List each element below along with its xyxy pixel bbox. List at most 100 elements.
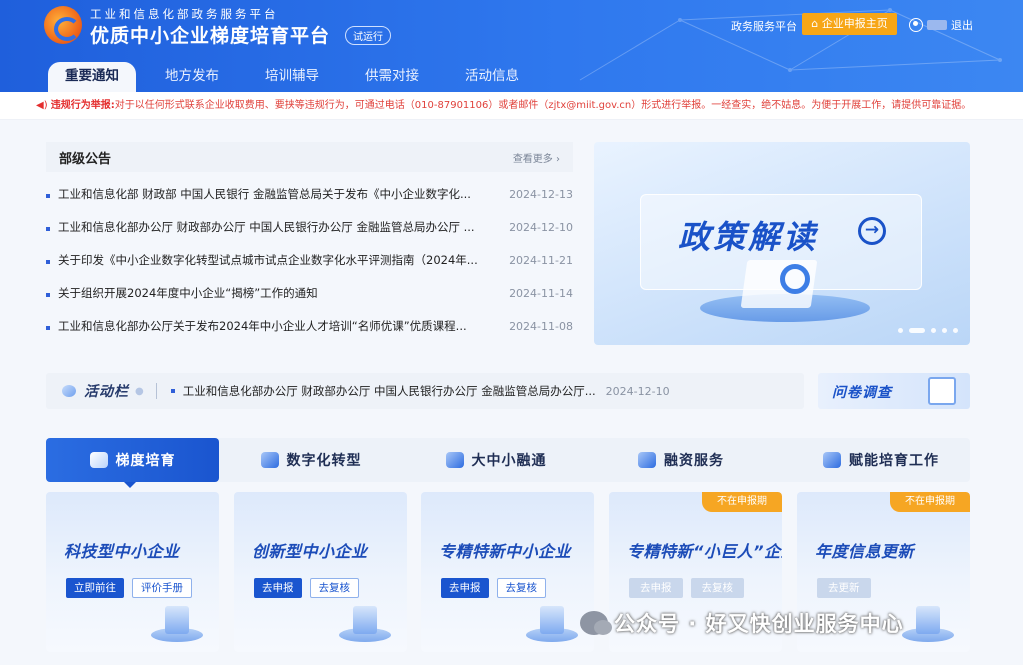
announcement-date: 2024-12-13 <box>509 188 573 201</box>
manual-button[interactable]: 评价手册 <box>132 578 192 598</box>
coin-icon <box>638 452 656 468</box>
network-decoration <box>579 8 1002 81</box>
announcement-date: 2024-12-10 <box>509 221 573 234</box>
arrow-right-icon[interactable]: → <box>858 217 886 245</box>
announcement-item[interactable]: 关于印发《中小企业数字化转型试点城市试点企业数字化水平评测指南（2024年...… <box>46 244 573 277</box>
speaker-icon: ◀) <box>36 100 48 111</box>
cat-tab-label: 融资服务 <box>664 453 724 469</box>
cat-tab-financing[interactable]: 融资服务 <box>606 438 756 482</box>
card-specialized-sme: 专精特新中小企业 去申报 去复核 <box>421 492 594 652</box>
enterprise-apply-button[interactable]: ⌂ 企业申报主页 <box>802 13 897 35</box>
announcement-date: 2024-11-08 <box>509 320 573 333</box>
enterprise-apply-label: 企业申报主页 <box>821 17 888 30</box>
clipboard-icon <box>928 377 956 405</box>
bullet-icon <box>170 389 175 393</box>
card-tech-sme: 科技型中小企业 立即前往 评价手册 <box>46 492 219 652</box>
platform-title[interactable]: 优质中小企业梯度培育平台 <box>90 21 330 48</box>
activity-text[interactable]: 工业和信息化部办公厅 财政部办公厅 中国人民银行办公厅 金融监管总局办公厅... <box>183 383 596 399</box>
cat-tab-label: 赋能培育工作 <box>849 453 939 469</box>
header: 工业和信息化部政务服务平台 优质中小企业梯度培育平台 试运行 政务服务平台 ⌂ … <box>0 0 1023 92</box>
carousel-dot[interactable] <box>931 328 936 333</box>
home-icon: ⌂ <box>811 17 819 30</box>
cat-tab-label: 梯度培育 <box>115 453 176 469</box>
apply-button[interactable]: 去申报 <box>254 578 302 598</box>
announcements-list: 工业和信息化部 财政部 中国人民银行 金融监管总局关于发布《中小企业数字化...… <box>46 178 573 343</box>
carousel-dot[interactable] <box>898 328 903 333</box>
watermark-text: 公众号 · 好又快创业服务中心 <box>614 612 904 636</box>
nav-tab-important-notice[interactable]: 重要通知 <box>48 62 136 92</box>
go-now-button[interactable]: 立即前往 <box>66 578 124 598</box>
policy-banner[interactable]: 政策解读 → <box>594 142 970 345</box>
report-notice-text: 对于以任何形式联系企业收取费用、要挟等违规行为，可通过电话（010-879011… <box>114 100 972 111</box>
cat-tab-empowerment[interactable]: 赋能培育工作 <box>796 438 966 482</box>
globe-icon <box>260 452 279 468</box>
carousel-dots <box>898 328 958 333</box>
wechat-icon <box>580 611 612 635</box>
announcement-item[interactable]: 关于组织开展2024年度中小企业“揭榜”工作的通知 2024-11-14 <box>46 277 573 310</box>
carousel-dot-active[interactable] <box>909 328 925 333</box>
watermark: 公众号 · 好又快创业服务中心 <box>580 608 904 638</box>
announcement-title[interactable]: 工业和信息化部办公厅 财政部办公厅 中国人民银行办公厅 金融监管总局办公厅 ..… <box>58 211 486 244</box>
cat-tab-gradient-cultivation[interactable]: 梯度培育 <box>46 438 219 488</box>
nav-tab-local-release[interactable]: 地方发布 <box>148 62 236 92</box>
announcement-item[interactable]: 工业和信息化部 财政部 中国人民银行 金融监管总局关于发布《中小企业数字化...… <box>46 178 573 211</box>
briefcase-icon <box>823 452 841 468</box>
announcement-title[interactable]: 关于印发《中小企业数字化转型试点城市试点企业数字化水平评测指南（2024年... <box>58 244 486 277</box>
report-notice-label: 违规行为举报: <box>50 100 115 111</box>
divider <box>155 383 157 399</box>
cat-tab-label: 大中小融通 <box>471 453 547 469</box>
ministry-logo[interactable] <box>44 6 82 44</box>
survey-label: 问卷调查 <box>832 385 892 401</box>
platform-subtitle: 工业和信息化部政务服务平台 <box>90 7 279 21</box>
logout-link[interactable]: 退出 <box>951 17 973 33</box>
activity-label: 活动栏 <box>84 384 129 400</box>
review-button-disabled: 去复核 <box>690 578 744 598</box>
nav-tab-training[interactable]: 培训辅导 <box>248 62 336 92</box>
carousel-dot[interactable] <box>942 328 947 333</box>
announcement-title[interactable]: 工业和信息化部 财政部 中国人民银行 金融监管总局关于发布《中小企业数字化... <box>58 178 486 211</box>
review-button[interactable]: 去复核 <box>309 578 359 598</box>
cat-tab-digital-transformation[interactable]: 数字化转型 <box>236 438 386 482</box>
user-icon[interactable] <box>909 18 923 32</box>
banner-title: 政策解读 <box>678 218 819 256</box>
announcement-title[interactable]: 关于组织开展2024年度中小企业“揭榜”工作的通知 <box>58 277 486 310</box>
review-button[interactable]: 去复核 <box>496 578 546 598</box>
activity-bar: 活动栏 ● 工业和信息化部办公厅 财政部办公厅 中国人民银行办公厅 金融监管总局… <box>46 373 804 409</box>
report-notice: ◀) 违规行为举报:对于以任何形式联系企业收取费用、要挟等违规行为，可通过电话（… <box>0 92 1023 120</box>
nav-tab-activities[interactable]: 活动信息 <box>448 62 536 92</box>
survey-button[interactable]: 问卷调查 <box>818 373 970 409</box>
apply-button[interactable]: 去申报 <box>441 578 489 598</box>
shield-icon <box>89 452 108 468</box>
cat-tab-label: 数字化转型 <box>286 453 362 469</box>
cat-tab-integration[interactable]: 大中小融通 <box>421 438 571 482</box>
not-in-period-badge: 不在申报期 <box>890 492 970 512</box>
announcement-date: 2024-11-14 <box>509 287 573 300</box>
update-button-disabled: 去更新 <box>817 578 871 598</box>
card-title: 科技型中小企业 <box>64 542 180 561</box>
activity-icon <box>62 385 76 397</box>
card-illustration <box>151 602 203 642</box>
announcement-item[interactable]: 工业和信息化部办公厅 财政部办公厅 中国人民银行办公厅 金融监管总局办公厅 ..… <box>46 211 573 244</box>
chart-icon <box>445 452 464 468</box>
activity-deco-icon: ● <box>135 385 144 397</box>
announcement-item[interactable]: 工业和信息化部办公厅关于发布2024年中小企业人才培训“名师优课”优质课程...… <box>46 310 573 343</box>
nav-tab-supply-demand[interactable]: 供需对接 <box>348 62 436 92</box>
masked-username <box>927 20 947 30</box>
category-tabs: 梯度培育 数字化转型 大中小融通 融资服务 赋能培育工作 <box>46 438 970 488</box>
view-more-link[interactable]: 查看更多 › <box>513 150 560 165</box>
card-title: 专精特新中小企业 <box>439 542 572 561</box>
not-in-period-badge: 不在申报期 <box>702 492 782 512</box>
card-innovative-sme: 创新型中小企业 去申报 去复核 <box>234 492 407 652</box>
announcement-title[interactable]: 工业和信息化部办公厅关于发布2024年中小企业人才培训“名师优课”优质课程... <box>58 310 486 343</box>
card-title: 专精特新“小巨人”企业 <box>627 542 782 561</box>
rocket-illustration <box>339 602 391 642</box>
gov-service-link[interactable]: 政务服务平台 <box>731 18 797 34</box>
announcements-title: 部级公告 <box>59 151 112 167</box>
announcements-panel: 部级公告 查看更多 › 工业和信息化部 财政部 中国人民银行 金融监管总局关于发… <box>46 142 573 348</box>
announcements-header: 部级公告 查看更多 › <box>46 142 573 172</box>
trial-badge: 试运行 <box>345 26 391 45</box>
activity-date: 2024-12-10 <box>605 384 670 398</box>
card-title: 年度信息更新 <box>815 542 915 561</box>
carousel-dot[interactable] <box>953 328 958 333</box>
card-illustration <box>902 602 954 642</box>
